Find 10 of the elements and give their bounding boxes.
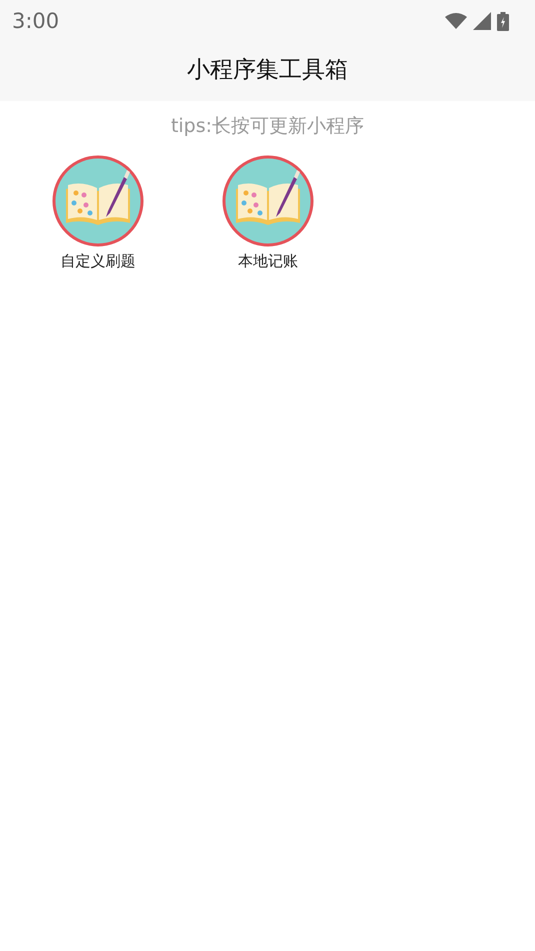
book-pencil-icon bbox=[52, 155, 144, 247]
wifi-icon bbox=[445, 13, 467, 29]
tips-text: tips:长按可更新小程序 bbox=[170, 114, 366, 139]
app-shortcut[interactable]: 自定义刷题 bbox=[52, 155, 144, 271]
signal-icon bbox=[473, 12, 491, 30]
app-title: 小程序集工具箱 bbox=[187, 56, 348, 85]
battery-icon bbox=[497, 12, 509, 30]
status-time: 3:00 bbox=[12, 9, 60, 33]
app-shortcut[interactable]: 本地记账 bbox=[222, 155, 314, 271]
book-pencil-icon bbox=[222, 155, 314, 247]
